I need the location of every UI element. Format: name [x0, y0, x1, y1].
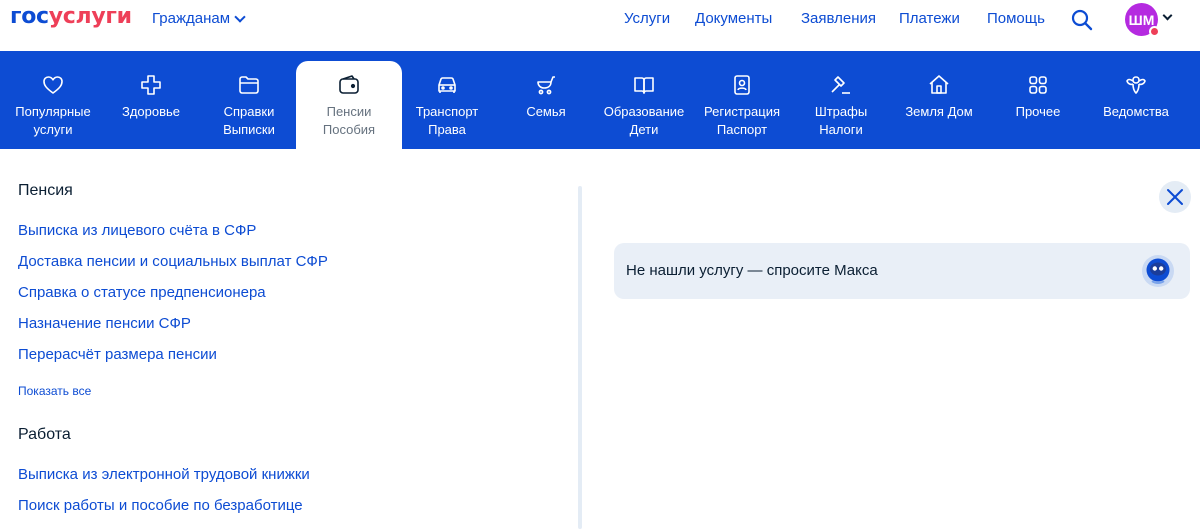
category-label: Семья: [526, 104, 566, 119]
emblem-icon: [1126, 76, 1146, 94]
close-button[interactable]: [1159, 181, 1191, 213]
gosuslugi-logo[interactable]: госуслуги: [10, 4, 132, 29]
section-title-pension: Пенсия: [18, 182, 73, 199]
category-registration[interactable]: Регистрация Паспорт: [692, 61, 792, 149]
nav-services[interactable]: Услуги: [624, 10, 670, 27]
category-label: Справки Выписки: [223, 104, 275, 137]
category-health[interactable]: Здоровье: [101, 61, 201, 149]
category-label: Популярные услуги: [15, 104, 91, 137]
show-all-link[interactable]: Показать все: [18, 384, 91, 398]
passport-icon: [734, 75, 750, 95]
book-icon: [634, 77, 654, 94]
service-link[interactable]: Доставка пенсии и социальных выплат СФР: [18, 253, 328, 270]
car-icon: [438, 77, 456, 93]
nav-applications[interactable]: Заявления: [801, 10, 876, 27]
category-other[interactable]: Прочее: [988, 61, 1088, 149]
nav-documents[interactable]: Документы: [695, 10, 772, 27]
category-family[interactable]: Семья: [496, 61, 596, 149]
nav-payments[interactable]: Платежи: [899, 10, 960, 27]
audience-dropdown[interactable]: Гражданам: [152, 10, 246, 27]
category-label: Транспорт Права: [415, 104, 479, 137]
category-pensions[interactable]: Пенсии Пособия: [296, 61, 402, 149]
search-icon[interactable]: [1070, 8, 1094, 32]
grid-icon: [1029, 76, 1047, 94]
category-label: Пенсии Пособия: [322, 104, 376, 137]
service-link[interactable]: Справка о статусе предпенсионера: [18, 284, 266, 301]
top-header: госуслуги Гражданам Услуги Документы Зая…: [0, 0, 1200, 48]
gavel-icon: [831, 76, 850, 94]
medical-cross-icon: [141, 75, 161, 95]
service-link[interactable]: Выписка из электронной трудовой книжки: [18, 466, 310, 483]
category-label: Штрафы Налоги: [814, 104, 868, 137]
notification-dot: [1149, 26, 1160, 37]
nav-help[interactable]: Помощь: [987, 10, 1045, 27]
folder-icon: [239, 76, 259, 94]
heart-icon: [43, 76, 63, 94]
category-transport[interactable]: Транспорт Права: [397, 61, 497, 149]
category-certificates[interactable]: Справки Выписки: [199, 61, 299, 149]
category-label: Прочее: [1015, 104, 1061, 119]
ask-max-card[interactable]: Не нашли услугу — спросите Макса: [614, 243, 1190, 299]
category-land-house[interactable]: Земля Дом: [889, 61, 989, 149]
category-label: Здоровье: [121, 104, 181, 119]
category-label: Ведомства: [1103, 104, 1169, 119]
ask-max-text: Не нашли услугу — спросите Макса: [626, 262, 878, 279]
category-label: Образование Дети: [603, 104, 685, 137]
wallet-icon: [339, 75, 359, 94]
stroller-icon: [537, 76, 555, 95]
close-icon: [1167, 189, 1183, 205]
service-link[interactable]: Назначение пенсии СФР: [18, 315, 191, 332]
scrollbar[interactable]: [578, 186, 582, 529]
category-label: Земля Дом: [905, 104, 973, 119]
category-agencies[interactable]: Ведомства: [1086, 61, 1186, 149]
chevron-down-icon: [234, 10, 246, 23]
category-fines[interactable]: Штрафы Налоги: [791, 61, 891, 149]
avatar-initials: ШМ: [1128, 11, 1155, 28]
service-link[interactable]: Выписка из лицевого счёта в СФР: [18, 222, 256, 239]
robot-assistant-icon: [1142, 255, 1174, 287]
service-link[interactable]: Поиск работы и пособие по безработице: [18, 497, 303, 514]
category-popular[interactable]: Популярные услуги: [3, 61, 103, 149]
house-icon: [929, 75, 949, 94]
category-label: Регистрация Паспорт: [704, 104, 780, 137]
chevron-down-icon[interactable]: [1162, 10, 1173, 21]
service-link[interactable]: Перерасчёт размера пенсии: [18, 346, 217, 363]
audience-label: Гражданам: [152, 10, 231, 27]
category-bar: Популярные услуги Здоровье Справки Выпис…: [0, 51, 1200, 149]
section-title-work: Работа: [18, 426, 71, 443]
category-education[interactable]: Образование Дети: [594, 61, 694, 149]
